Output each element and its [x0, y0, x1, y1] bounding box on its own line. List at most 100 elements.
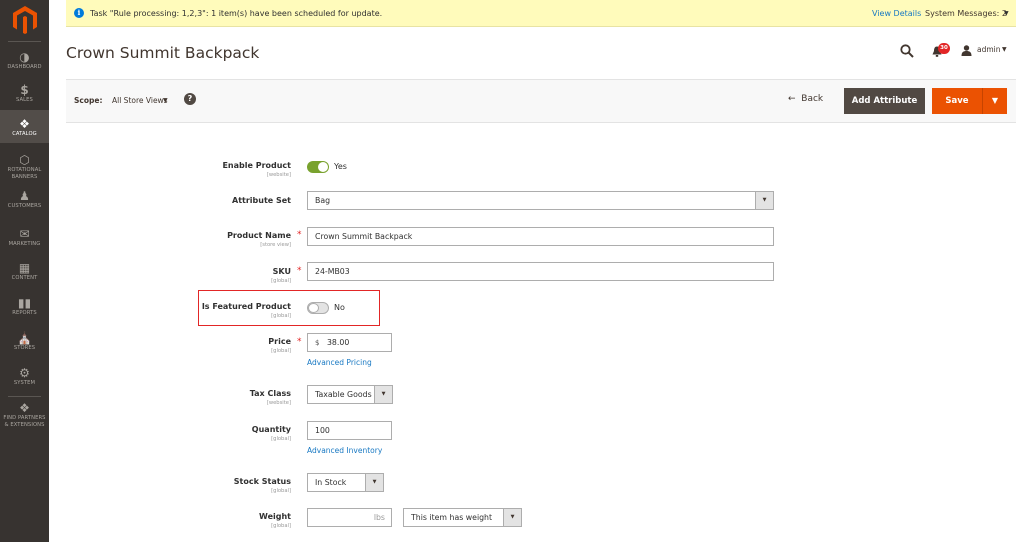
box-icon: ❖ — [19, 117, 30, 131]
stock-status-select[interactable]: In Stock ▼ — [307, 473, 384, 492]
attribute-set-value: Bag — [315, 196, 331, 205]
is-featured-value: No — [334, 303, 345, 312]
hexagon-icon: ⬡ — [19, 153, 30, 167]
dollar-icon: $ — [20, 83, 29, 97]
scope-label: Scope: — [74, 96, 103, 105]
sku-scope: [global] — [271, 278, 291, 284]
admin-user-menu[interactable]: admin — [977, 45, 1001, 54]
sidebar-item-catalog[interactable]: ❖ CATALOG — [0, 110, 49, 143]
has-weight-select[interactable]: This item has weight ▼ — [403, 508, 522, 527]
quantity-value: 100 — [315, 426, 330, 435]
sidebar-item-customers[interactable]: ♟ CUSTOMERS — [0, 189, 49, 213]
required-asterisk: * — [297, 337, 302, 347]
weight-unit: lbs — [373, 513, 385, 522]
back-button[interactable]: ← Back — [788, 94, 823, 104]
save-options-dropdown[interactable]: ▼ — [982, 88, 1007, 114]
attribute-set-select[interactable]: Bag ▼ — [307, 191, 774, 210]
price-label: Price — [268, 337, 291, 346]
sidebar-item-dashboard[interactable]: ◑ DASHBOARD — [0, 50, 49, 74]
sku-value: 24-MB03 — [315, 267, 350, 276]
sidebar-item-stores[interactable]: ⛪ STORES — [0, 331, 49, 355]
chevron-down-icon[interactable]: ▼ — [1002, 46, 1007, 53]
page-title: Crown Summit Backpack — [66, 44, 260, 62]
sku-label: SKU — [272, 267, 291, 276]
toggle-knob — [308, 303, 319, 313]
arrow-left-icon: ← — [788, 94, 802, 104]
system-notice-bar: i Task "Rule processing: 1,2,3": 1 item(… — [66, 0, 1016, 27]
sku-input[interactable]: 24-MB03 — [307, 262, 774, 281]
sidebar-item-marketing[interactable]: ✉ MARKETING — [0, 227, 49, 251]
help-icon[interactable]: ? — [184, 93, 196, 105]
weight-scope: [global] — [271, 523, 291, 529]
admin-sidebar: ◑ DASHBOARD $ SALES ❖ CATALOG ⬡ ROTATION… — [0, 0, 49, 542]
chevron-down-icon[interactable]: ▼ — [374, 385, 393, 404]
sidebar-item-find-partners[interactable]: ❖ FIND PARTNERS & EXTENSIONS — [0, 401, 49, 433]
price-value: 38.00 — [326, 338, 350, 347]
product-name-input[interactable]: Crown Summit Backpack — [307, 227, 774, 246]
magento-logo[interactable] — [12, 6, 38, 34]
product-name-value: Crown Summit Backpack — [315, 232, 413, 241]
is-featured-scope: [global] — [271, 313, 291, 319]
store-view-switcher[interactable]: All Store Views — [112, 96, 168, 105]
chevron-down-icon[interactable]: ▼ — [1004, 0, 1009, 27]
bar-chart-icon: ▮▮ — [17, 296, 32, 310]
gear-icon: ⚙ — [19, 366, 30, 380]
sidebar-item-content[interactable]: ▦ CONTENT — [0, 261, 49, 285]
chevron-down-icon[interactable]: ▼ — [163, 97, 168, 104]
back-label: Back — [801, 94, 824, 104]
attribute-set-label: Attribute Set — [232, 196, 291, 205]
enable-product-label: Enable Product — [222, 161, 291, 170]
enable-product-value: Yes — [334, 162, 347, 171]
dashboard-icon: ◑ — [19, 50, 30, 64]
toggle-knob — [318, 162, 328, 172]
sidebar-item-sales[interactable]: $ SALES — [0, 83, 49, 107]
notification-count-badge[interactable]: 30 — [938, 43, 950, 54]
quantity-input[interactable]: 100 — [307, 421, 392, 440]
megaphone-icon: ✉ — [19, 227, 30, 241]
sidebar-divider — [8, 41, 41, 42]
save-button[interactable]: Save — [932, 88, 982, 114]
partners-icon: ❖ — [19, 401, 30, 415]
weight-input[interactable]: lbs — [307, 508, 392, 527]
advanced-inventory-link[interactable]: Advanced Inventory — [307, 446, 382, 455]
quantity-label: Quantity — [251, 425, 291, 434]
has-weight-value: This item has weight — [411, 513, 493, 522]
user-icon[interactable] — [961, 45, 972, 56]
is-featured-label: Is Featured Product — [201, 302, 291, 311]
sidebar-item-system[interactable]: ⚙ SYSTEM — [0, 366, 49, 390]
advanced-pricing-link[interactable]: Advanced Pricing — [307, 358, 372, 367]
sidebar-item-rotational-banners[interactable]: ⬡ ROTATIONAL BANNERS — [0, 153, 49, 183]
enable-product-toggle[interactable] — [307, 161, 329, 173]
weight-label: Weight — [259, 512, 291, 521]
notice-message: Task "Rule processing: 1,2,3": 1 item(s)… — [90, 9, 383, 18]
layout-icon: ▦ — [18, 261, 31, 275]
currency-symbol: $ — [315, 339, 320, 347]
system-messages-toggle[interactable]: System Messages: 2 — [925, 0, 1007, 27]
add-attribute-button[interactable]: Add Attribute — [844, 88, 925, 114]
page-actions-bar: Scope: All Store Views ▼ ? ← Back Add At… — [66, 80, 1016, 123]
is-featured-toggle[interactable] — [307, 302, 329, 314]
chevron-down-icon[interactable]: ▼ — [503, 508, 522, 527]
price-input[interactable]: $ 38.00 — [307, 333, 392, 352]
view-details-link[interactable]: View Details — [872, 0, 921, 27]
sidebar-divider — [8, 396, 41, 397]
stock-status-value: In Stock — [315, 478, 347, 487]
tax-class-label: Tax Class — [249, 389, 291, 398]
search-icon[interactable] — [900, 44, 914, 58]
required-asterisk: * — [297, 266, 302, 276]
person-icon: ♟ — [19, 189, 30, 203]
chevron-down-icon[interactable]: ▼ — [365, 473, 384, 492]
price-scope: [global] — [271, 348, 291, 354]
store-icon: ⛪ — [17, 331, 32, 345]
info-icon: i — [74, 8, 84, 18]
tax-class-scope: [website] — [266, 400, 291, 406]
enable-product-scope: [website] — [266, 172, 291, 178]
tax-class-select[interactable]: Taxable Goods ▼ — [307, 385, 393, 404]
tax-class-value: Taxable Goods — [315, 390, 372, 399]
required-asterisk: * — [297, 230, 302, 240]
product-name-label: Product Name — [227, 231, 291, 240]
chevron-down-icon[interactable]: ▼ — [755, 191, 774, 210]
chevron-down-icon: ▼ — [991, 96, 999, 105]
sidebar-item-reports[interactable]: ▮▮ REPORTS — [0, 296, 49, 320]
quantity-scope: [global] — [271, 436, 291, 442]
